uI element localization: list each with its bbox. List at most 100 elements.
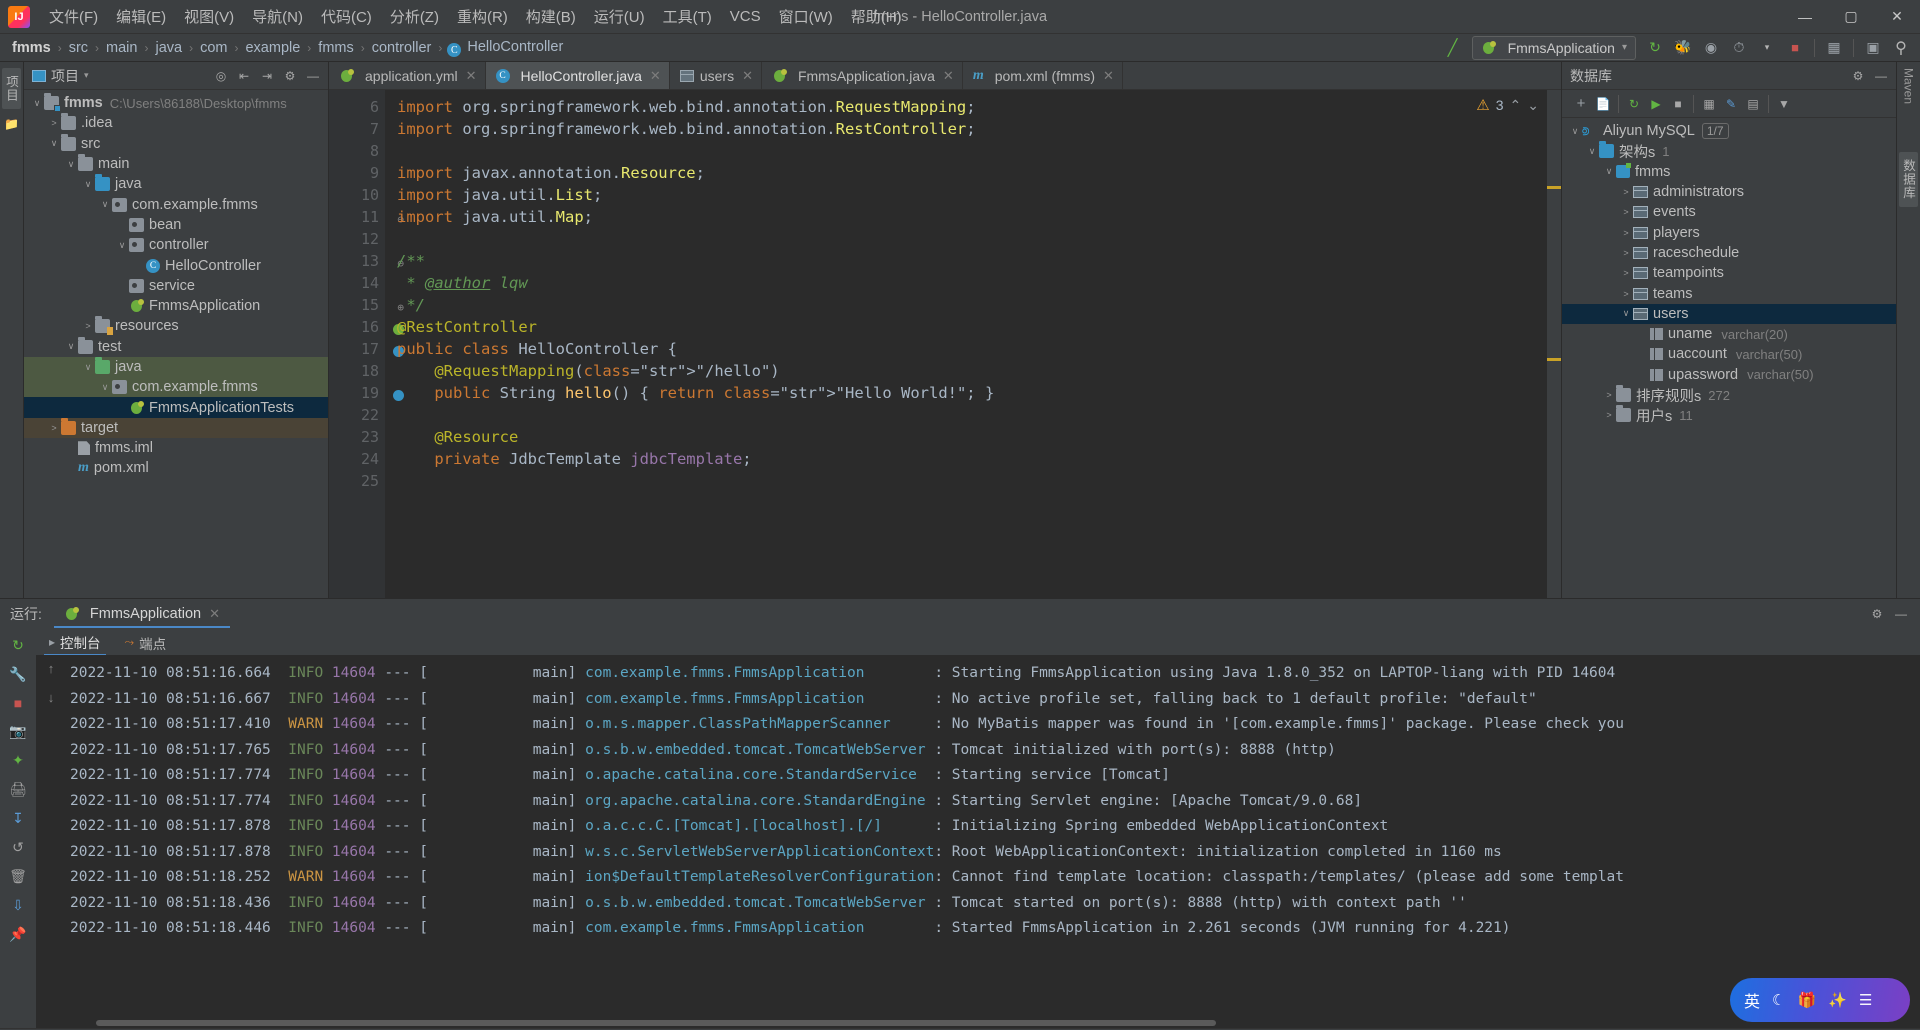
code-line-13[interactable]: /** [397,250,1561,272]
code-line-22[interactable] [397,404,1561,426]
inspection-widget[interactable]: ⚠ 3 ⌃ ⌄ [1476,96,1539,115]
soft-wrap-icon[interactable]: ↺ [12,839,24,856]
folder-icon[interactable]: 📁 [4,117,19,131]
gear-icon[interactable]: ⚙ [1866,603,1888,625]
wrench-icon[interactable]: 🔧 [9,666,26,683]
db-node-teams[interactable]: > teams [1562,283,1896,303]
ime-indicator[interactable]: 英 ☾ 🎁 ✨ ☰ [1730,978,1910,1022]
chevron-down-icon[interactable]: ∨ [1619,308,1633,319]
moon-icon[interactable]: ☾ [1772,991,1785,1009]
project-node-resources[interactable]: > resources [24,316,328,336]
db-node-upassword[interactable]: upassword varchar(50) [1562,365,1896,385]
search-everywhere-icon[interactable]: ⚲ [1888,36,1914,60]
export-icon[interactable]: ↧ [12,810,24,827]
chevron-down-icon[interactable]: ∨ [81,179,95,190]
editor-tab-fmmsapplication-java[interactable]: FmmsApplication.java ✕ [762,62,963,89]
hide-panel-icon[interactable]: — [302,65,324,87]
db-node-administrators[interactable]: > administrators [1562,182,1896,202]
gutter-line-11[interactable]: 11 ⊖ [329,206,404,228]
editor-gutter[interactable]: 6 7 8 9 10 11 ⊖ 12 13 ⊖ 14 15 ⊕ 16 17 18 19 22 23 24 25 [329,90,404,598]
gear-icon[interactable]: ⚙ [279,65,301,87]
menu-bar[interactable]: 文件(F) 编辑(E) 视图(V) 导航(N) 代码(C) 分析(Z) 重构(R) 构建(B)… [40,1,911,32]
editor-tab-users[interactable]: users ✕ [670,62,762,89]
menu-item-5[interactable]: 分析(Z) [381,1,448,32]
chevron-down-icon[interactable]: ∨ [98,199,112,210]
menu-item-7[interactable]: 构建(B) [517,1,585,32]
chevron-down-icon[interactable]: ∨ [47,138,61,149]
next-problem-icon[interactable]: ⌄ [1527,97,1539,114]
gutter-line-7[interactable]: 7 [329,118,385,140]
close-icon[interactable]: ✕ [466,68,477,84]
close-icon[interactable]: ✕ [943,68,954,84]
project-node-controller[interactable]: ∨ controller [24,235,328,255]
chevron-down-icon[interactable]: ∨ [115,240,129,251]
gear-icon[interactable]: ⚙ [1847,65,1869,87]
code-line-17[interactable]: public class HelloController { [397,338,1561,360]
chevron-right-icon[interactable]: > [1619,289,1633,299]
project-panel-title-group[interactable]: 项目 ▾ [32,66,89,86]
db-node-teampoints[interactable]: > teampoints [1562,263,1896,283]
maven-icon[interactable]: Maven [1902,68,1916,104]
print-icon[interactable]: 🖨 [9,781,27,798]
run-with-coverage-icon[interactable]: ◉ [1698,36,1724,60]
chevron-right-icon[interactable]: > [47,118,61,128]
gutter-line-22[interactable]: 22 [329,404,385,426]
project-node-com-example-fmms[interactable]: ∨ com.example.fmms [24,377,328,398]
sidebar-item-project[interactable]: 项目 [2,68,21,109]
chevron-right-icon[interactable]: > [47,423,61,433]
chevron-down-icon[interactable]: ∨ [30,98,44,109]
menu-item-0[interactable]: 文件(F) [40,1,107,32]
console-output[interactable]: 2022-11-10 08:51:16.664 INFO 14604 --- [… [66,655,1920,1018]
breadcrumb-item-main[interactable]: main [104,39,139,56]
gutter-line-23[interactable]: 23 [329,426,385,448]
menu-item-8[interactable]: 运行(U) [585,1,654,32]
close-icon[interactable]: ✕ [209,606,220,622]
gutter-line-24[interactable]: 24 [329,448,385,470]
console-tab-bar[interactable]: ▸ 控制台 ⤳ 端点 [36,629,1920,656]
code-line-7[interactable]: import org.springframework.web.bind.anno… [397,118,1561,140]
edit-icon[interactable]: ✎ [1720,93,1742,115]
add-datasource-icon[interactable]: + [1570,93,1592,115]
previous-problem-icon[interactable]: ⌃ [1510,97,1522,114]
code-area[interactable]: import org.springframework.web.bind.anno… [385,90,1561,598]
menu-item-6[interactable]: 重构(R) [448,1,517,32]
hide-panel-icon[interactable]: — [1870,65,1892,87]
code-line-23[interactable]: @Resource [397,426,1561,448]
profiler-caret-icon[interactable]: ▾ [1754,36,1780,60]
chevron-right-icon[interactable]: > [1619,207,1633,217]
project-node-java[interactable]: ∨ java [24,356,328,378]
stop-icon[interactable]: ■ [14,695,22,711]
project-node--idea[interactable]: > .idea [24,113,328,133]
database-tree[interactable]: ∨ ⟄ Aliyun MySQL 1/7 ∨ 架构s 1 ∨ fmms > administrato… [1562,118,1896,598]
chevron-down-icon[interactable]: ∨ [81,362,95,373]
code-line-18[interactable]: @RequestMapping(class="str">"/hello") [397,360,1561,382]
gutter-line-14[interactable]: 14 [329,272,385,294]
project-node-pom-xml[interactable]: m pom.xml [24,458,328,478]
breadcrumb[interactable]: fmms › src › main › java › com › example › fmms › cont… [10,38,565,58]
db-node-----s[interactable]: > 排序规则s 272 [1562,385,1896,405]
hide-panel-icon[interactable]: — [1890,603,1912,625]
db-node-events[interactable]: > events [1562,202,1896,222]
inspection-scrollbar[interactable] [1547,90,1561,598]
project-node-fmmsapplication[interactable]: FmmsApplication [24,296,328,316]
menu-icon[interactable]: ☰ [1859,991,1872,1009]
db-node-raceschedule[interactable]: > raceschedule [1562,243,1896,263]
chevron-right-icon[interactable]: > [1602,390,1616,400]
breadcrumb-item-java[interactable]: java [153,39,184,56]
chevron-down-icon[interactable]: ∨ [1585,146,1599,157]
close-icon[interactable]: ✕ [650,68,661,84]
menu-item-1[interactable]: 编辑(E) [107,1,175,32]
code-line-19[interactable]: public String hello() { return class="st… [397,382,1561,404]
code-line-11[interactable]: import java.util.Map; [397,206,1561,228]
project-node-java[interactable]: ∨ java [24,174,328,194]
table-icon[interactable]: ▦ [1698,93,1720,115]
stop-icon[interactable]: ■ [1667,93,1689,115]
code-line-14[interactable]: * @author lqw [397,272,1561,294]
db-node-users[interactable]: ∨ users [1562,303,1896,324]
keyboard-icon[interactable]: 🎁 [1797,991,1816,1009]
project-node-hellocontroller[interactable]: C HelloController [24,255,328,275]
locate-icon[interactable]: ◎ [210,65,232,87]
project-node-bean[interactable]: bean [24,215,328,235]
code-line-15[interactable]: */ [397,294,1561,316]
editor-tab-application-yml[interactable]: application.yml ✕ [329,62,486,89]
